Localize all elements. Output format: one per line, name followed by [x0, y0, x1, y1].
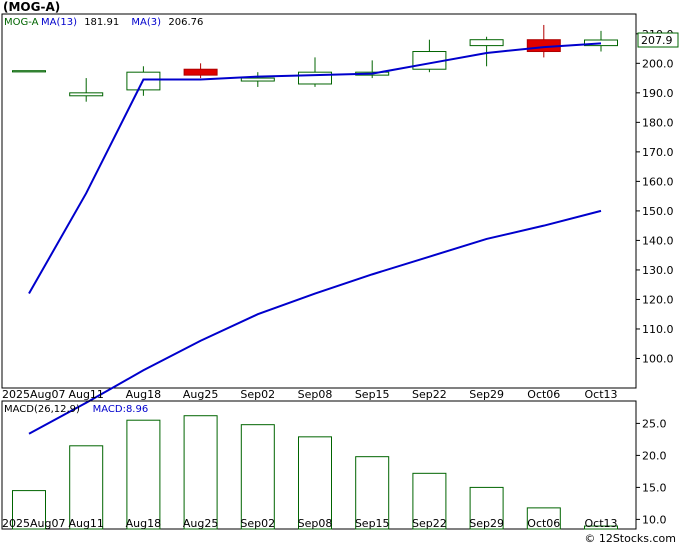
macd-x-tick-label: 2025Aug07 — [2, 517, 65, 530]
candle-body — [183, 68, 218, 76]
price-x-tick-label: Sep02 — [240, 388, 275, 401]
price-x-tick-label: Aug25 — [183, 388, 218, 401]
legend-value: 206.76 — [168, 17, 203, 28]
last-price-label: 207.9 — [641, 34, 673, 47]
chart-title: (MOG-A) — [3, 0, 60, 14]
price-x-tick-label: Oct13 — [584, 388, 617, 401]
macd-bar — [298, 436, 332, 530]
price-y-tick-label: 170.0 — [642, 146, 674, 159]
candle-body — [69, 92, 104, 97]
price-x-tick-label: Aug18 — [126, 388, 161, 401]
price-y-tick-label: 200.0 — [642, 57, 674, 70]
price-x-tick-label: Sep22 — [412, 388, 447, 401]
candle-body — [240, 77, 275, 82]
macd-x-tick-label: Sep15 — [355, 517, 390, 530]
price-x-tick-label: Oct06 — [527, 388, 560, 401]
price-x-tick-label: Sep08 — [298, 388, 333, 401]
legend-entry-macd-26-12-9-: MACD(26,12,9) — [4, 404, 80, 415]
price-y-tick-label: 140.0 — [642, 234, 674, 247]
legend-entry-ma-3-: MA(3) — [131, 17, 161, 28]
macd-bar — [183, 415, 218, 530]
macd-y-tick-label: 20.0 — [642, 449, 667, 462]
stock-chart: (MOG-A) 100.0 110.0 120.0 130.0 140.0 150.0 16… — [0, 0, 680, 546]
watermark: © 12Stocks.com — [584, 532, 676, 545]
macd-x-tick-label: Sep08 — [298, 517, 333, 530]
legend-entry-ma-13-: MA(13) — [41, 17, 77, 28]
macd-x-tick-label: Aug25 — [183, 517, 218, 530]
macd-x-tick-label: Sep22 — [412, 517, 447, 530]
price-y-tick-label: 150.0 — [642, 205, 674, 218]
price-y-tick-label: 130.0 — [642, 264, 674, 277]
price-x-tick-label: Sep29 — [469, 388, 504, 401]
macd-x-tick-label: Sep02 — [240, 517, 275, 530]
macd-bar — [126, 419, 161, 530]
candle-body — [469, 39, 504, 47]
macd-x-tick-label: Aug18 — [126, 517, 161, 530]
price-y-tick-label: 110.0 — [642, 323, 674, 336]
macd-x-tick-label: Oct06 — [527, 517, 560, 530]
price-legend: MOG-A MA(13) 181.91 MA(3) 206.76 — [4, 17, 203, 28]
price-x-tick-label: 2025Aug07 — [2, 388, 65, 401]
price-y-tick-label: 180.0 — [642, 116, 674, 129]
macd-x-tick-label: Aug11 — [68, 517, 103, 530]
candle-body — [12, 70, 46, 73]
legend-entry-mog-a: MOG-A — [4, 17, 39, 28]
price-x-tick-label: Sep15 — [355, 388, 390, 401]
macd-y-tick-label: 15.0 — [642, 481, 667, 494]
macd-legend: MACD(26,12,9) MACD:8.96 — [4, 404, 148, 415]
price-y-tick-label: 120.0 — [642, 293, 674, 306]
macd-x-tick-label: Sep29 — [469, 517, 504, 530]
price-y-tick-label: 190.0 — [642, 87, 674, 100]
legend-entry-macd: MACD:8.96 — [93, 404, 149, 415]
price-y-tick-label: 100.0 — [642, 352, 674, 365]
price-x-tick-label: Aug11 — [68, 388, 103, 401]
macd-y-tick-label: 10.0 — [642, 513, 667, 526]
macd-x-tick-label: Oct13 — [584, 517, 617, 530]
macd-bar — [240, 424, 275, 530]
legend-value: 181.91 — [84, 17, 119, 28]
macd-y-tick-label: 25.0 — [642, 417, 667, 430]
price-y-tick-label: 160.0 — [642, 175, 674, 188]
